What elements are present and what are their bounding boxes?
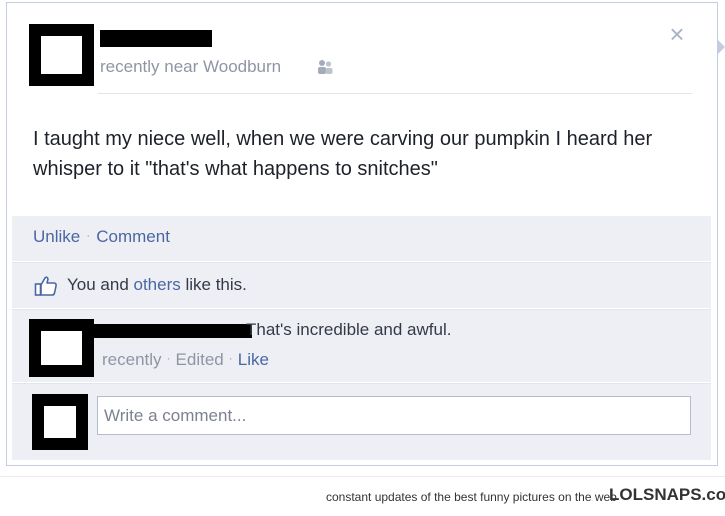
friends-icon[interactable] bbox=[316, 58, 334, 76]
redaction-bar bbox=[30, 319, 92, 325]
comment-text: That's incredible and awful. bbox=[246, 320, 452, 339]
unlike-link[interactable]: Unlike bbox=[33, 227, 80, 246]
others-link[interactable]: others bbox=[134, 275, 181, 294]
card-edge-tab bbox=[718, 40, 725, 54]
comment-like-link[interactable]: Like bbox=[238, 350, 269, 369]
comment-time[interactable]: recently bbox=[102, 350, 162, 369]
commenter-avatar[interactable] bbox=[29, 319, 94, 377]
separator-dot: · bbox=[86, 228, 91, 242]
footer-tagline: constant updates of the best funny pictu… bbox=[326, 490, 617, 504]
author-avatar[interactable] bbox=[29, 24, 94, 86]
viewer-avatar[interactable] bbox=[32, 394, 88, 450]
comment-edited[interactable]: Edited bbox=[176, 350, 224, 369]
separator-dot: · bbox=[166, 351, 171, 365]
separator-dot: · bbox=[228, 351, 233, 365]
comment-meta: recently · Edited · Like bbox=[102, 350, 269, 370]
comment-input[interactable] bbox=[97, 396, 691, 435]
commenter-name-redacted[interactable] bbox=[94, 324, 252, 338]
footer-brand: LOLSNAPS.com bbox=[609, 485, 725, 504]
comment-link[interactable]: Comment bbox=[96, 227, 170, 246]
close-icon[interactable]: × bbox=[667, 21, 687, 47]
header-divider bbox=[98, 93, 692, 94]
post-meta: recently near Woodburn bbox=[100, 57, 282, 76]
likes-suffix: like this. bbox=[180, 275, 247, 294]
likes-prefix: You and bbox=[67, 275, 134, 294]
post-text: I taught my niece well, when we were car… bbox=[33, 128, 653, 180]
thumbs-up-icon bbox=[34, 276, 57, 296]
author-name-redacted[interactable] bbox=[100, 30, 212, 47]
action-links: Unlike · Comment bbox=[33, 227, 170, 247]
likes-summary: You and others like this. bbox=[67, 275, 247, 295]
